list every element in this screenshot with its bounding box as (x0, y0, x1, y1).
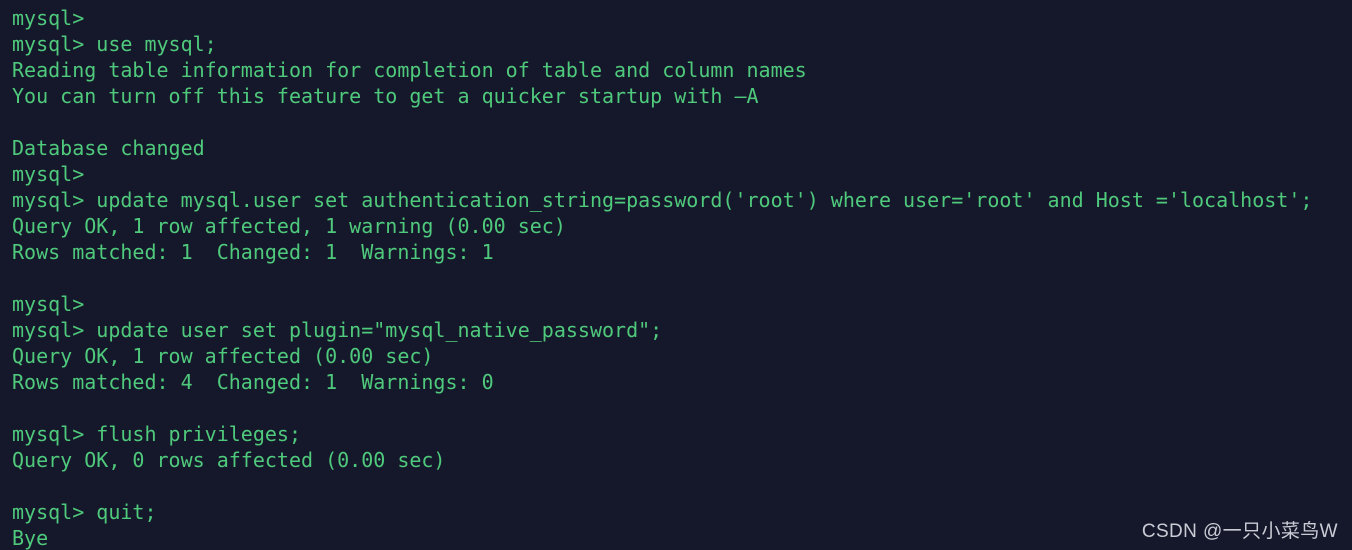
terminal-line: Reading table information for completion… (12, 58, 807, 82)
terminal-line: mysql> (12, 292, 85, 316)
terminal-line: Rows matched: 1 Changed: 1 Warnings: 1 (12, 240, 494, 264)
terminal-line: Database changed (12, 136, 205, 160)
terminal-line: mysql> update user set plugin="mysql_nat… (12, 318, 663, 342)
terminal-line: mysql> use mysql; (12, 32, 217, 56)
csdn-watermark: CSDN @一只小菜鸟W (1141, 521, 1338, 542)
terminal-line: Query OK, 1 row affected (0.00 sec) (12, 344, 434, 368)
terminal-line: mysql> update mysql.user set authenticat… (12, 188, 1313, 212)
terminal-line: Query OK, 1 row affected, 1 warning (0.0… (12, 214, 566, 238)
terminal-line: You can turn off this feature to get a q… (12, 84, 759, 108)
terminal-line: Rows matched: 4 Changed: 1 Warnings: 0 (12, 370, 494, 394)
terminal-window[interactable]: mysql> mysql> use mysql; Reading table inf… (0, 0, 1352, 550)
terminal-line: mysql> flush privileges; (12, 422, 301, 446)
terminal-line: Query OK, 0 rows affected (0.00 sec) (12, 448, 446, 472)
terminal-line: mysql> (12, 6, 85, 30)
terminal-line: mysql> (12, 162, 85, 186)
terminal-output: mysql> mysql> use mysql; Reading table inf… (12, 5, 1352, 550)
